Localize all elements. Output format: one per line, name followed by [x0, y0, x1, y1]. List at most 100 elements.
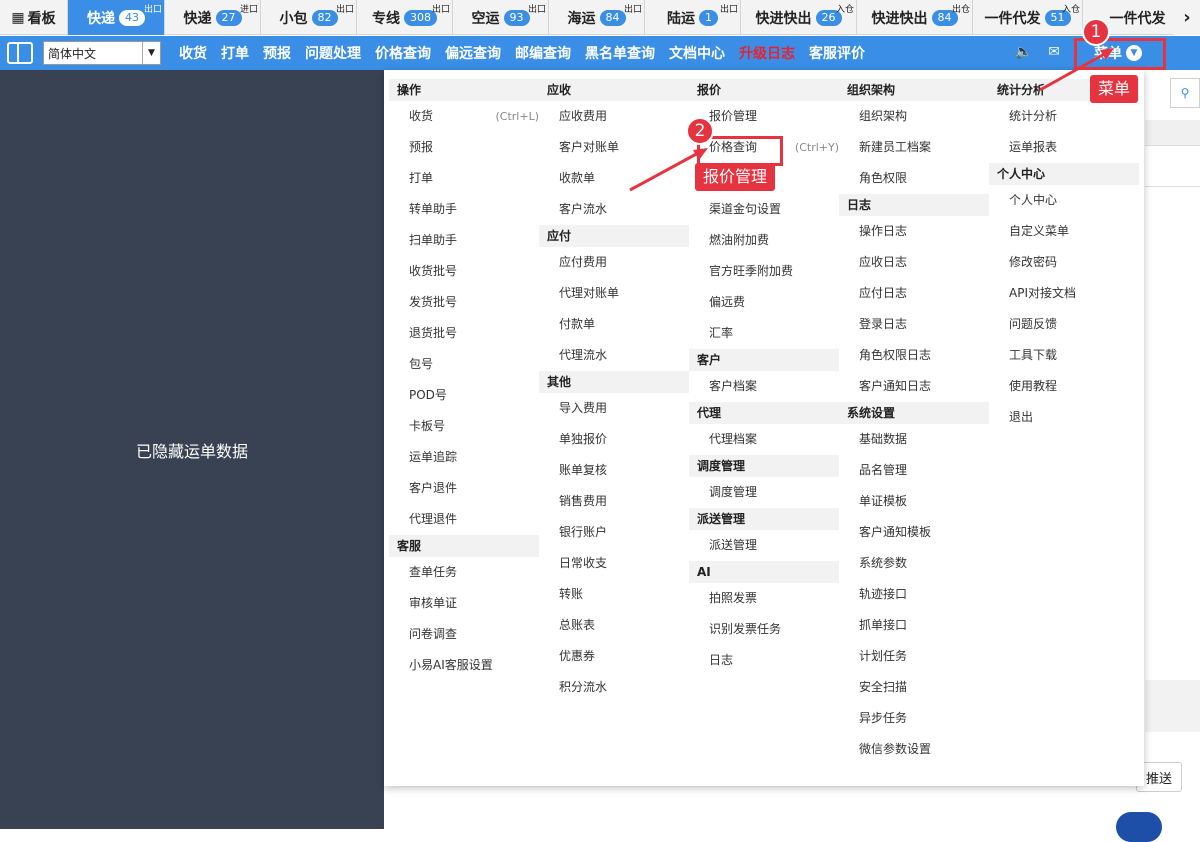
- menu-item[interactable]: 应收日志: [839, 247, 989, 278]
- menu-item[interactable]: 代理退件: [389, 504, 539, 535]
- tab-1[interactable]: 快递 43 出口: [68, 0, 165, 35]
- tab-7[interactable]: 陆运 1 出口: [645, 0, 741, 35]
- nav-link-10[interactable]: 客服评价: [809, 43, 865, 63]
- menu-item[interactable]: 统计分析: [989, 101, 1139, 132]
- menu-item[interactable]: 预报: [389, 132, 539, 163]
- nav-link-8[interactable]: 文档中心: [669, 43, 725, 63]
- menu-item[interactable]: 汇率: [689, 318, 839, 349]
- speaker-icon[interactable]: 🔈: [1015, 44, 1032, 60]
- tab-9[interactable]: 快进快出 84 出仓: [857, 0, 973, 35]
- menu-item[interactable]: API对接文档: [989, 278, 1139, 309]
- menu-item[interactable]: 使用教程: [989, 371, 1139, 402]
- menu-item[interactable]: 优惠券: [539, 641, 689, 672]
- tab-4[interactable]: 专线 308 出口: [357, 0, 453, 35]
- menu-item[interactable]: 日常收支: [539, 548, 689, 579]
- menu-item[interactable]: 发货批号: [389, 287, 539, 318]
- tab-3[interactable]: 小包 82 出口: [261, 0, 357, 35]
- nav-link-3[interactable]: 问题处理: [305, 43, 361, 63]
- menu-item[interactable]: 运单追踪: [389, 442, 539, 473]
- menu-item[interactable]: 付款单: [539, 309, 689, 340]
- menu-item[interactable]: 审核单证: [389, 588, 539, 619]
- menu-item[interactable]: 新建员工档案: [839, 132, 989, 163]
- nav-link-0[interactable]: 收货: [179, 43, 207, 63]
- mail-icon[interactable]: ✉: [1048, 44, 1060, 60]
- menu-item[interactable]: 修改密码: [989, 247, 1139, 278]
- nav-link-7[interactable]: 黑名单查询: [585, 43, 655, 63]
- nav-link-1[interactable]: 打单: [221, 43, 249, 63]
- menu-item[interactable]: 燃油附加费: [689, 225, 839, 256]
- menu-item[interactable]: 客户流水: [539, 194, 689, 225]
- menu-item[interactable]: 计划任务: [839, 641, 989, 672]
- menu-item[interactable]: 调度管理: [689, 477, 839, 508]
- menu-item[interactable]: 积分流水: [539, 672, 689, 703]
- menu-item[interactable]: 收款单: [539, 163, 689, 194]
- menu-item[interactable]: 拍照发票: [689, 583, 839, 614]
- tab-0[interactable]: ▦ 看板: [0, 0, 68, 35]
- tab-2[interactable]: 快递 27 进口: [165, 0, 261, 35]
- menu-item[interactable]: 品名管理: [839, 455, 989, 486]
- menu-item[interactable]: 轨迹接口: [839, 579, 989, 610]
- menu-item[interactable]: 操作日志: [839, 216, 989, 247]
- menu-item[interactable]: 安全扫描: [839, 672, 989, 703]
- menu-item[interactable]: 个人中心: [989, 185, 1139, 216]
- menu-item[interactable]: 打单: [389, 163, 539, 194]
- menu-item[interactable]: 微信参数设置: [839, 734, 989, 765]
- nav-link-9[interactable]: 升级日志: [739, 43, 795, 63]
- menu-item[interactable]: POD号: [389, 380, 539, 411]
- menu-item[interactable]: 应收费用: [539, 101, 689, 132]
- menu-item[interactable]: 问题反馈: [989, 309, 1139, 340]
- menu-item[interactable]: 转单助手: [389, 194, 539, 225]
- menu-item[interactable]: 客户退件: [389, 473, 539, 504]
- menu-item[interactable]: 代理流水: [539, 340, 689, 371]
- menu-item[interactable]: 登录日志: [839, 309, 989, 340]
- menu-item[interactable]: 销售费用: [539, 486, 689, 517]
- menu-item[interactable]: 应付费用: [539, 247, 689, 278]
- menu-item[interactable]: 代理档案: [689, 424, 839, 455]
- menu-item[interactable]: 扫单助手: [389, 225, 539, 256]
- menu-item[interactable]: 应付日志: [839, 278, 989, 309]
- menu-item[interactable]: 导入费用: [539, 393, 689, 424]
- menu-item[interactable]: 系统参数: [839, 548, 989, 579]
- menu-item[interactable]: 转账: [539, 579, 689, 610]
- tab-scroll-right-icon[interactable]: ›: [1174, 0, 1200, 35]
- menu-item[interactable]: 单独报价: [539, 424, 689, 455]
- menu-item[interactable]: 代理对账单: [539, 278, 689, 309]
- menu-item[interactable]: 基础数据: [839, 424, 989, 455]
- nav-link-6[interactable]: 邮编查询: [515, 43, 571, 63]
- tab-6[interactable]: 海运 84 出口: [549, 0, 645, 35]
- menu-item[interactable]: 收货 (Ctrl+L): [389, 101, 539, 132]
- menu-item[interactable]: 客户通知模板: [839, 517, 989, 548]
- nav-link-5[interactable]: 偏远查询: [445, 43, 501, 63]
- menu-item[interactable]: 客户对账单: [539, 132, 689, 163]
- menu-item[interactable]: 派送管理: [689, 530, 839, 561]
- menu-item[interactable]: 单证模板: [839, 486, 989, 517]
- menu-item[interactable]: 渠道金句设置: [689, 194, 839, 225]
- menu-item[interactable]: 收货批号: [389, 256, 539, 287]
- menu-item[interactable]: 卡板号: [389, 411, 539, 442]
- menu-item[interactable]: 识别发票任务: [689, 614, 839, 645]
- menu-item[interactable]: 客户通知日志: [839, 371, 989, 402]
- nav-link-2[interactable]: 预报: [263, 43, 291, 63]
- menu-item[interactable]: 角色权限: [839, 163, 989, 194]
- menu-item[interactable]: 客户档案: [689, 371, 839, 402]
- menu-item[interactable]: 查单任务: [389, 557, 539, 588]
- menu-item[interactable]: 小易AI客服设置: [389, 650, 539, 681]
- menu-item[interactable]: 退出: [989, 402, 1139, 433]
- menu-item[interactable]: 组织架构: [839, 101, 989, 132]
- search-icon[interactable]: ⚲: [1170, 78, 1200, 108]
- menu-item[interactable]: 总账表: [539, 610, 689, 641]
- sidebar-toggle-icon[interactable]: [7, 42, 33, 64]
- menu-item[interactable]: 银行账户: [539, 517, 689, 548]
- menu-item[interactable]: 官方旺季附加费: [689, 256, 839, 287]
- menu-item[interactable]: 异步任务: [839, 703, 989, 734]
- menu-item[interactable]: 包号: [389, 349, 539, 380]
- language-select[interactable]: 简体中文 ▼: [43, 41, 161, 65]
- menu-item[interactable]: 抓单接口: [839, 610, 989, 641]
- menu-item[interactable]: 角色权限日志: [839, 340, 989, 371]
- tab-10[interactable]: 一件代发 51 入仓: [973, 0, 1083, 35]
- menu-item[interactable]: 自定义菜单: [989, 216, 1139, 247]
- menu-item[interactable]: 偏远费: [689, 287, 839, 318]
- menu-item[interactable]: 日志: [689, 645, 839, 676]
- tab-5[interactable]: 空运 93 出口: [453, 0, 549, 35]
- menu-item[interactable]: 退货批号: [389, 318, 539, 349]
